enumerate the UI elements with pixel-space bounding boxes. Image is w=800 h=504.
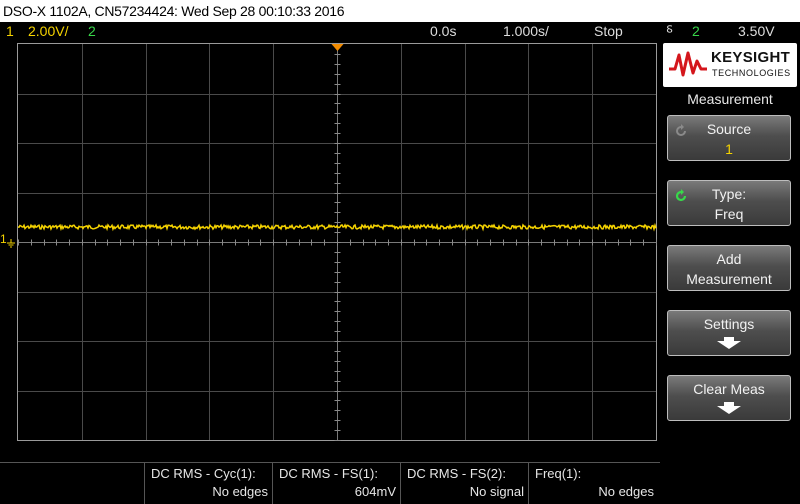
- logo-brand: KEYSIGHT: [711, 49, 791, 66]
- measurement-value: 604mV: [354, 484, 396, 499]
- timebase-scale[interactable]: 1.000s/: [503, 22, 549, 41]
- softkey-value: Freq: [714, 206, 744, 222]
- logo-sub: TECHNOLOGIES: [712, 68, 791, 78]
- add-measurement-softkey[interactable]: Add Measurement: [667, 245, 791, 291]
- measurement-4[interactable]: Freq(1): No edges: [528, 463, 658, 504]
- measurement-value: No edges: [598, 484, 654, 499]
- waveform-display[interactable]: [17, 43, 657, 441]
- measurement-name: DC RMS - Cyc(1):: [151, 466, 256, 481]
- softkey-label: Settings: [703, 316, 755, 332]
- source-softkey[interactable]: Source 1: [667, 115, 791, 161]
- trigger-edge-icon: ⸹: [666, 23, 674, 39]
- measurement-value: No signal: [469, 484, 524, 499]
- keysight-wave-icon: [669, 51, 707, 77]
- measurement-name: Freq(1):: [535, 466, 582, 481]
- settings-softkey[interactable]: Settings: [667, 310, 791, 356]
- window-title: DSO-X 1102A, CN57234424: Wed Sep 28 00:1…: [0, 0, 800, 22]
- run-state: Stop: [594, 23, 623, 39]
- keysight-logo: KEYSIGHT TECHNOLOGIES: [663, 43, 797, 87]
- softkey-label: Type:: [711, 186, 747, 202]
- softkey-label: Source: [706, 121, 752, 137]
- softkey-label-2: Measurement: [686, 271, 772, 287]
- trigger-source[interactable]: 2: [692, 22, 700, 41]
- channel-1-scale[interactable]: 2.00V/: [28, 22, 68, 41]
- clear-meas-softkey[interactable]: Clear Meas: [667, 375, 791, 421]
- softkey-label: Clear Meas: [693, 381, 765, 397]
- measurement-1[interactable]: DC RMS - Cyc(1): No edges: [144, 463, 272, 504]
- measurement-2[interactable]: DC RMS - FS(1): 604mV: [272, 463, 400, 504]
- channel-2-number[interactable]: 2: [88, 22, 96, 41]
- arrow-down-icon: [717, 341, 741, 349]
- trigger-level[interactable]: 3.50V: [738, 22, 775, 41]
- measurement-name: DC RMS - FS(2):: [407, 466, 506, 481]
- measurement-bar: DC RMS - Cyc(1): No edges DC RMS - FS(1)…: [0, 462, 660, 504]
- channel-1-number[interactable]: 1: [6, 22, 14, 41]
- softkey-panel: KEYSIGHT TECHNOLOGIES Measurement Source…: [660, 41, 800, 503]
- measurement-value: No edges: [212, 484, 268, 499]
- type-softkey[interactable]: Type: Freq: [667, 180, 791, 226]
- measurement-name: DC RMS - FS(1):: [279, 466, 378, 481]
- arrow-down-icon: [717, 406, 741, 414]
- softkey-value: 1: [725, 141, 733, 157]
- trigger-position-marker: [331, 44, 344, 51]
- graticule-grid: [18, 44, 657, 441]
- horizontal-delay[interactable]: 0.0s: [430, 22, 456, 41]
- channel-1-ground-marker[interactable]: 1: [0, 233, 18, 253]
- menu-title: Measurement: [687, 91, 773, 107]
- softkey-label: Add: [716, 251, 742, 267]
- ground-icon: [7, 239, 15, 248]
- measurement-3[interactable]: DC RMS - FS(2): No signal: [400, 463, 528, 504]
- status-bar: 1 2.00V/ 2 0.0s 1.000s/ Stop ⸹ 2 3.50V: [0, 22, 800, 41]
